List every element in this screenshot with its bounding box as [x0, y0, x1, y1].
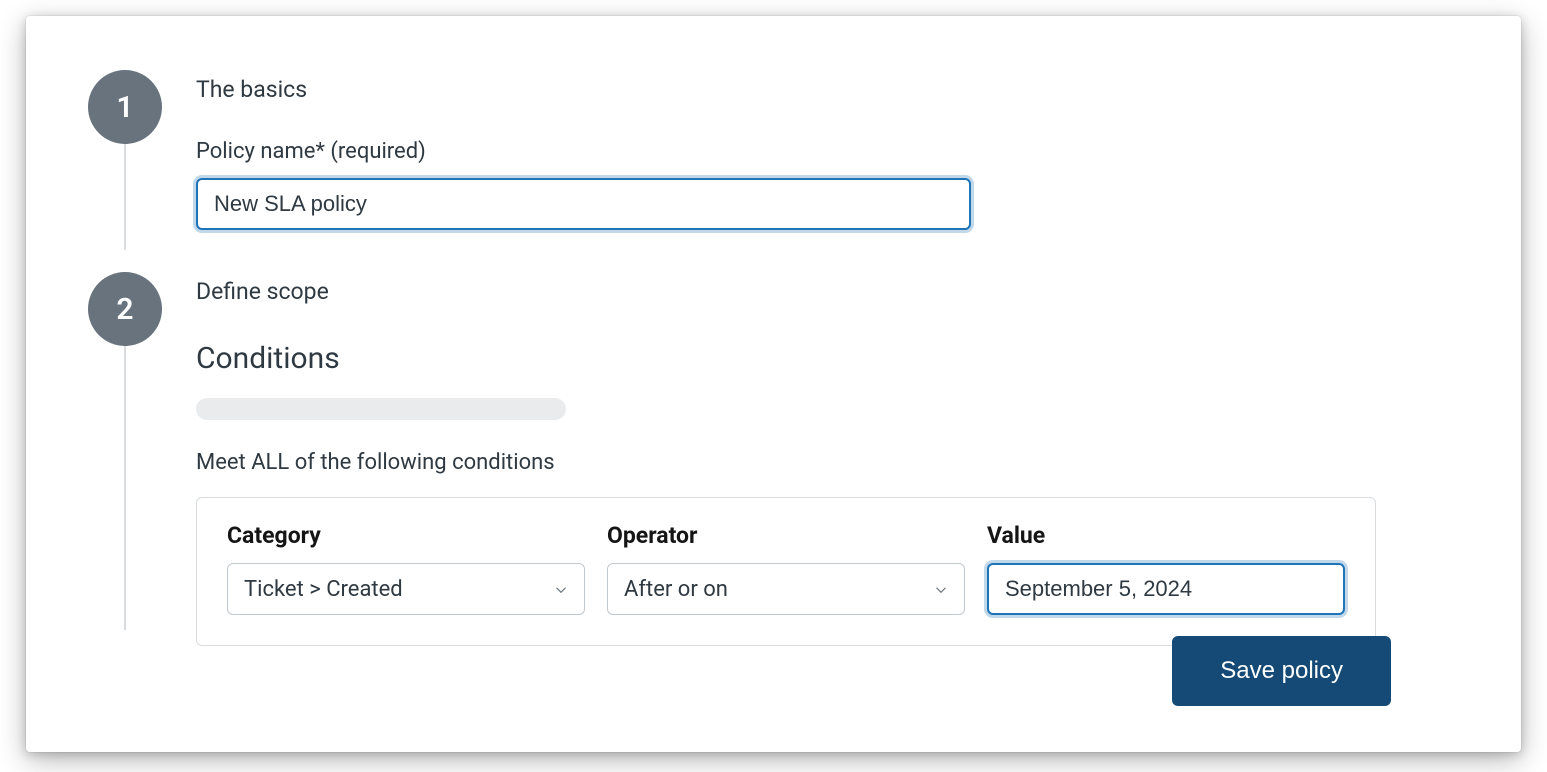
- step-scope-body: Define scope Conditions Meet ALL of the …: [196, 272, 1459, 646]
- step-basics: 1 The basics Policy name* (required): [88, 70, 1459, 272]
- condition-category-column: Category Ticket > Created: [227, 522, 585, 615]
- policy-form-card: 1 The basics Policy name* (required) 2 D…: [26, 16, 1521, 752]
- condition-value-column: Value: [987, 522, 1345, 615]
- step-define-scope: 2 Define scope Conditions Meet ALL of th…: [88, 272, 1459, 646]
- steps-container: 1 The basics Policy name* (required) 2 D…: [88, 70, 1459, 646]
- category-label: Category: [227, 522, 585, 549]
- step-number-badge: 1: [88, 70, 162, 144]
- step-scope-title: Define scope: [196, 278, 1459, 305]
- category-select[interactable]: Ticket > Created: [227, 563, 585, 615]
- chevron-down-icon: [932, 580, 950, 598]
- value-label: Value: [987, 522, 1345, 549]
- operator-select-value: After or on: [624, 577, 728, 602]
- step-marker-column: 2: [88, 272, 162, 630]
- actions-row: Save policy: [1172, 636, 1391, 706]
- placeholder-bar: [196, 398, 566, 420]
- value-input[interactable]: [987, 563, 1345, 615]
- conditions-subtitle: Meet ALL of the following conditions: [196, 450, 1459, 475]
- step-connector-line: [124, 346, 126, 630]
- operator-label: Operator: [607, 522, 965, 549]
- category-select-value: Ticket > Created: [244, 577, 403, 602]
- policy-name-label: Policy name* (required): [196, 139, 1459, 164]
- step-number-badge: 2: [88, 272, 162, 346]
- conditions-box: Category Ticket > Created Operator After…: [196, 497, 1376, 646]
- save-policy-button[interactable]: Save policy: [1172, 636, 1391, 706]
- step-marker-column: 1: [88, 70, 162, 250]
- step-connector-line: [124, 144, 126, 250]
- step-basics-title: The basics: [196, 76, 1459, 103]
- step-basics-body: The basics Policy name* (required): [196, 70, 1459, 272]
- chevron-down-icon: [552, 580, 570, 598]
- conditions-heading: Conditions: [196, 341, 1459, 376]
- operator-select[interactable]: After or on: [607, 563, 965, 615]
- condition-operator-column: Operator After or on: [607, 522, 965, 615]
- policy-name-input[interactable]: [196, 178, 971, 230]
